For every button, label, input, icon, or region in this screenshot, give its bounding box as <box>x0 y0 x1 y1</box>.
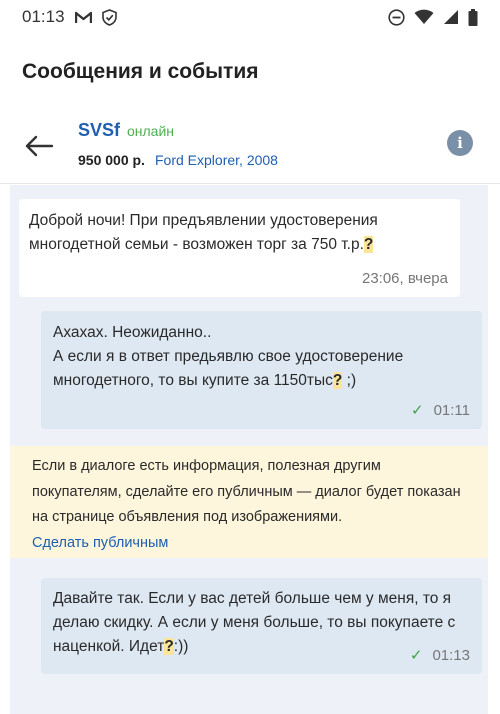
message-time: 01:11 <box>433 402 470 419</box>
notice-text: Если в диалоге есть информация, полезная… <box>32 458 461 525</box>
read-check-icon: ✓ <box>409 647 423 664</box>
do-not-disturb-icon <box>388 8 405 26</box>
listing-price: 950 000 р. <box>78 152 145 168</box>
info-icon-label: i <box>457 134 463 152</box>
highlighted-text: ? <box>164 638 174 655</box>
message-text: Давайте так. Если у вас детей больше чем… <box>53 590 456 655</box>
message-text-end: :)) <box>173 638 189 655</box>
message-text: Доброй ночи! При предъявлении удостовере… <box>29 212 378 253</box>
seller-name[interactable]: SVSf <box>78 120 120 141</box>
outgoing-message: Ахахах. Неожиданно.. А если я в ответ пр… <box>41 311 482 429</box>
public-dialog-notice: Если в диалоге есть информация, полезная… <box>10 446 488 558</box>
read-check-icon: ✓ <box>410 402 424 419</box>
wifi-icon <box>414 9 434 25</box>
message-line: Ахахах. Неожиданно.. <box>53 324 212 341</box>
outgoing-message: Давайте так. Если у вас детей больше чем… <box>41 578 482 674</box>
message-text-end: ;) <box>342 372 357 389</box>
signal-icon <box>443 9 459 25</box>
highlighted-text: ? <box>332 372 343 389</box>
back-arrow-icon[interactable] <box>24 134 56 158</box>
battery-icon <box>468 8 478 26</box>
page-title: Сообщения и события <box>22 60 259 83</box>
message-time: 23:06, вчера <box>361 270 448 287</box>
make-public-link[interactable]: Сделать публичным <box>32 531 466 557</box>
gmail-icon <box>74 11 92 24</box>
highlighted-text: ? <box>363 236 374 253</box>
status-time: 01:13 <box>22 7 65 26</box>
chat-area[interactable]: Доброй ночи! При предъявлении удостовере… <box>10 185 488 714</box>
shield-icon <box>101 8 117 26</box>
listing-link[interactable]: Ford Explorer, 2008 <box>155 152 278 168</box>
info-icon[interactable]: i <box>447 130 473 156</box>
status-bar: 01:13 <box>0 0 500 34</box>
online-status: онлайн <box>127 123 175 139</box>
incoming-message: Доброй ночи! При предъявлении удостовере… <box>19 199 460 297</box>
chat-header: SVSf онлайн 950 000 р. Ford Explorer, 20… <box>0 112 500 184</box>
message-time: 01:13 <box>432 647 470 664</box>
